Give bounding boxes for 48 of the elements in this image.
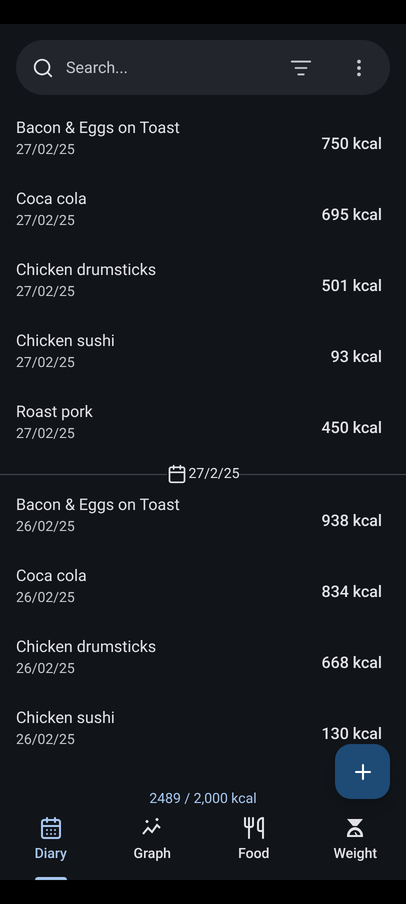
food-name: Roast pork [16,401,93,423]
diary-entry[interactable]: Coca cola 27/02/25 695 kcal [0,179,406,250]
entry-date: 27/02/25 [16,354,76,373]
food-name: Coca cola [16,188,87,210]
diary-entry[interactable]: Chicken drumsticks 27/02/25 501 kcal [0,250,406,321]
entry-date: 27/02/25 [16,425,76,444]
food-name: Coca cola [16,565,87,587]
food-name: Chicken sushi [16,707,115,729]
nav-tab[interactable]: Food [203,810,304,880]
diary-entry[interactable]: Roast pork 27/02/25 450 kcal [0,392,406,463]
entry-date: 26/02/25 [16,518,76,537]
nav-tab[interactable]: Graph [102,810,203,880]
entry-date: 27/02/25 [16,212,76,231]
entry-date: 26/02/25 [16,660,76,679]
fork-knife-icon [242,816,266,840]
calorie-value: 450 kcal [322,416,382,438]
diary-entry[interactable]: Bacon & Eggs on Toast 27/02/25 750 kcal [0,108,406,179]
food-name: Chicken drumsticks [16,636,156,658]
search-icon [32,56,54,78]
calorie-value: 938 kcal [322,510,382,532]
calorie-value: 501 kcal [322,274,382,296]
entry-date: 27/02/25 [16,283,76,302]
diary-entry[interactable]: Chicken sushi 26/02/25 130 kcal [0,698,406,769]
calorie-value: 834 kcal [322,580,382,602]
entry-date: 27/02/25 [16,141,76,160]
nav-tab[interactable]: Diary [0,810,102,880]
nav-tab[interactable]: Weight [304,810,406,880]
diary-entry[interactable]: Chicken sushi 27/02/25 93 kcal [0,321,406,392]
food-name: Bacon & Eggs on Toast [16,494,180,516]
calorie-value: 695 kcal [322,204,382,226]
diary-entry[interactable]: Chicken drumsticks 26/02/25 668 kcal [0,627,406,698]
diary-entry[interactable]: Bacon & Eggs on Toast 26/02/25 938 kcal [0,485,406,556]
entry-date: 26/02/25 [16,589,76,608]
calendar-icon [166,464,187,484]
calorie-value: 130 kcal [322,722,382,744]
calorie-value: 668 kcal [322,652,382,674]
food-name: Bacon & Eggs on Toast [16,117,180,139]
entry-date: 26/02/25 [16,731,76,750]
calorie-summary: 2489 / 2,000 kcal [149,790,257,808]
search-field[interactable]: Search... [66,56,278,80]
date-divider-label: 27/2/25 [188,464,240,484]
search-bar[interactable]: Search... [16,40,390,95]
calendar-icon [38,816,63,840]
food-name: Chicken sushi [16,330,115,352]
calorie-value: 750 kcal [322,132,382,154]
food-name: Chicken drumsticks [16,259,156,281]
diary-entry[interactable]: Coca cola 26/02/25 834 kcal [0,556,406,627]
calorie-value: 93 kcal [330,346,382,368]
